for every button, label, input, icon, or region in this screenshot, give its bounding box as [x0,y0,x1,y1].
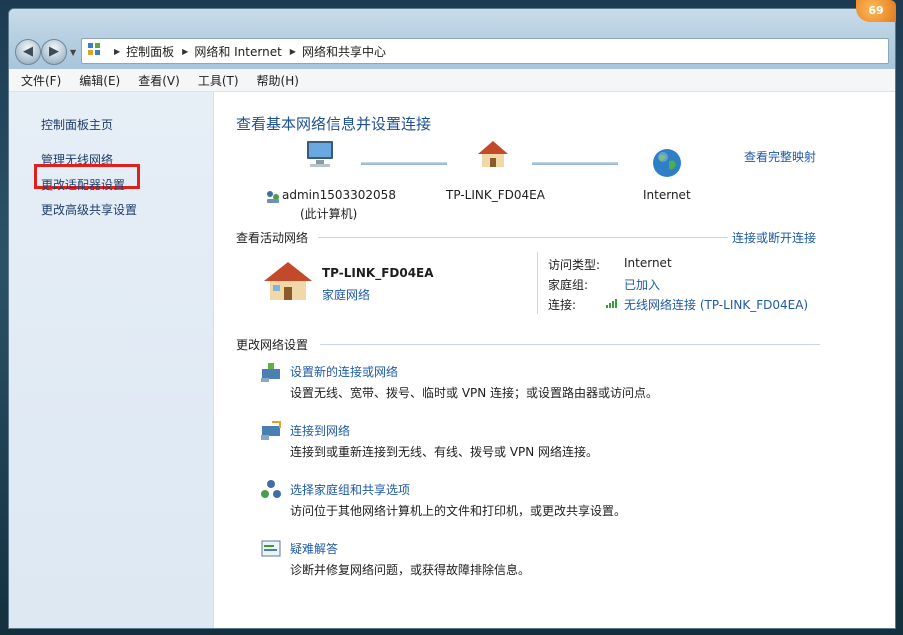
network-type-link[interactable]: 家庭网络 [322,286,370,303]
internet-label: Internet [643,188,691,202]
task-new-connection[interactable]: 设置新的连接或网络 [290,363,398,380]
network-users-icon [267,191,279,203]
forward-button[interactable]: ▶ [41,39,67,65]
back-button[interactable]: ◀ [15,39,41,65]
breadcrumb-network-sharing-center[interactable]: 网络和共享中心 [302,43,386,60]
notification-badge: 69 [856,0,896,22]
homegroup-icon [261,480,281,498]
vertical-divider [537,252,538,314]
history-dropdown-icon[interactable]: ▼ [70,48,76,57]
task-troubleshoot[interactable]: 疑难解答 [290,540,338,557]
menu-file[interactable]: 文件(F) [15,72,67,89]
menu-view[interactable]: 查看(V) [132,72,186,89]
menu-tools[interactable]: 工具(T) [192,72,245,89]
task-connect-network[interactable]: 连接到网络 [290,422,350,439]
task-new-connection-desc: 设置无线、宽带、拨号、临时或 VPN 连接；或设置路由器或访问点。 [290,386,659,400]
connection-line-computer-router [361,162,447,165]
wireless-connection-link[interactable]: 无线网络连接 (TP-LINK_FD04EA) [624,296,808,313]
sidebar-item-control-panel-home[interactable]: 控制面板主页 [41,116,113,133]
computer-name: admin1503302058 [282,188,396,202]
breadcrumb-control-panel[interactable]: 控制面板 [126,43,174,60]
address-bar[interactable]: ▶ 控制面板 ▶ 网络和 Internet ▶ 网络和共享中心 [81,38,889,64]
breadcrumb-network-internet[interactable]: 网络和 Internet [194,43,281,60]
homegroup-link[interactable]: 已加入 [624,276,660,293]
page-title: 查看基本网络信息并设置连接 [236,115,432,133]
network-sharing-window: ◀ ▶ ▼ ▶ 控制面板 ▶ 网络和 Internet ▶ 网络和共享中心 文件… [8,8,896,629]
access-type-label: 访问类型: [548,258,601,272]
breadcrumb-separator-icon: ▶ [182,46,189,56]
menu-help[interactable]: 帮助(H) [251,72,305,89]
task-homegroup[interactable]: 选择家庭组和共享选项 [290,481,410,498]
menu-edit[interactable]: 编辑(E) [73,72,126,89]
task-troubleshoot-desc: 诊断并修复网络问题，或获得故障排除信息。 [290,563,531,577]
breadcrumb-separator-icon: ▶ [289,46,296,56]
connection-line-router-internet [532,162,618,165]
task-connect-network-desc: 连接到或重新连接到无线、有线、拨号或 VPN 网络连接。 [290,445,599,459]
title-bar: ◀ ▶ ▼ ▶ 控制面板 ▶ 网络和 Internet ▶ 网络和共享中心 [9,9,895,69]
connect-disconnect-link[interactable]: 连接或断开连接 [732,229,816,246]
active-networks-title: 查看活动网络 [236,231,309,245]
section-divider [320,344,820,345]
router-house-icon [478,141,508,167]
section-divider [318,237,728,238]
full-map-link[interactable]: 查看完整映射 [744,148,816,165]
breadcrumb-separator-icon: ▶ [114,46,121,56]
change-settings-title: 更改网络设置 [236,338,309,352]
active-network-name: TP-LINK_FD04EA [322,266,434,280]
sidebar: 控制面板主页 管理无线网络 更改适配器设置 更改高级共享设置 [9,92,214,628]
sidebar-item-advanced-sharing[interactable]: 更改高级共享设置 [41,201,137,218]
connection-label: 连接: [548,298,577,312]
home-network-icon [264,262,312,300]
access-type-value: Internet [624,256,672,270]
main-content: 查看基本网络信息并设置连接 查看完整映射 admin1503302058 (此计… [214,92,895,628]
wifi-signal-icon [606,299,617,308]
sidebar-item-change-adapter[interactable]: 更改适配器设置 [41,176,125,193]
router-name: TP-LINK_FD04EA [446,188,545,202]
control-panel-icon [88,43,106,59]
menu-bar: 文件(F) 编辑(E) 查看(V) 工具(T) 帮助(H) [9,69,895,92]
task-homegroup-desc: 访问位于其他网络计算机上的文件和打印机，或更改共享设置。 [290,504,627,518]
internet-globe-icon [653,149,681,177]
computer-note: (此计算机) [300,207,358,221]
new-connection-icon [261,363,280,382]
homegroup-label: 家庭组: [548,278,589,292]
computer-icon [307,141,333,167]
troubleshoot-icon [261,540,281,557]
connect-network-icon [261,421,281,440]
